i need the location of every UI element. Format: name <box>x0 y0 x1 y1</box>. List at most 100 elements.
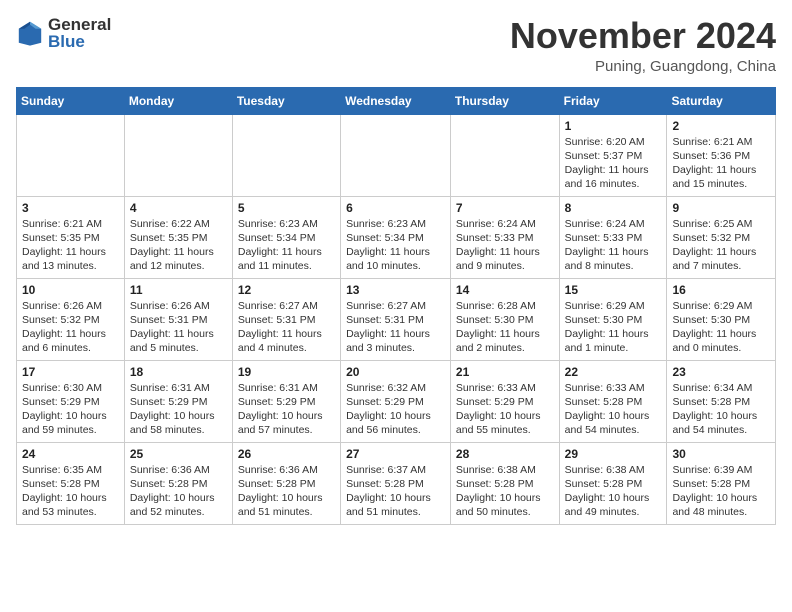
day-number: 17 <box>22 365 119 379</box>
table-cell: 16Sunrise: 6:29 AMSunset: 5:30 PMDayligh… <box>667 278 776 360</box>
table-cell: 9 Sunrise: 6:25 AMSunset: 5:32 PMDaylight… <box>667 196 776 278</box>
table-cell: 4 Sunrise: 6:22 AMSunset: 5:35 PMDaylight… <box>124 196 232 278</box>
table-cell: 12 Sunrise: 6:27 AMSunset: 5:31 PMDayligh… <box>232 278 340 360</box>
day-number: 10 <box>22 283 119 297</box>
table-cell <box>450 114 559 196</box>
day-number: 23 <box>672 365 770 379</box>
table-cell: 10 Sunrise: 6:26 AMSunset: 5:32 PMDayligh… <box>17 278 125 360</box>
page: General Blue November 2024 Puning, Guang… <box>0 0 792 535</box>
day-info: Sunrise: 6:37 AMSunset: 5:28 PMDaylight:… <box>346 463 445 520</box>
day-info: Sunrise: 6:36 AMSunset: 5:28 PMDaylight:… <box>238 463 335 520</box>
col-friday: Friday <box>559 87 667 114</box>
week-row-1: 3Sunrise: 6:21 AMSunset: 5:35 PMDaylight… <box>17 196 776 278</box>
table-cell: 2Sunrise: 6:21 AMSunset: 5:36 PMDaylight… <box>667 114 776 196</box>
table-cell: 13Sunrise: 6:27 AMSunset: 5:31 PMDayligh… <box>341 278 451 360</box>
day-number: 6 <box>346 201 445 215</box>
table-cell <box>17 114 125 196</box>
table-cell: 5Sunrise: 6:23 AMSunset: 5:34 PMDaylight… <box>232 196 340 278</box>
day-info: Sunrise: 6:33 AMSunset: 5:29 PMDaylight:… <box>456 381 554 438</box>
day-info: Sunrise: 6:30 AMSunset: 5:29 PMDaylight:… <box>22 381 119 438</box>
day-info: Sunrise: 6:31 AMSunset: 5:29 PMDaylight:… <box>238 381 335 438</box>
day-info: Sunrise: 6:32 AMSunset: 5:29 PMDaylight:… <box>346 381 445 438</box>
day-number: 12 <box>238 283 335 297</box>
day-number: 24 <box>22 447 119 461</box>
logo-blue-text: Blue <box>48 33 111 50</box>
table-cell: 26 Sunrise: 6:36 AMSunset: 5:28 PMDayligh… <box>232 442 340 524</box>
day-number: 15 <box>565 283 662 297</box>
day-number: 14 <box>456 283 554 297</box>
day-number: 27 <box>346 447 445 461</box>
table-cell: 7 Sunrise: 6:24 AMSunset: 5:33 PMDaylight… <box>450 196 559 278</box>
day-number: 9 <box>672 201 770 215</box>
day-number: 4 <box>130 201 227 215</box>
day-info: Sunrise: 6:23 AMSunset: 5:34 PMDaylight:… <box>346 217 445 274</box>
logo: General Blue <box>16 16 111 50</box>
day-info: Sunrise: 6:31 AMSunset: 5:29 PMDaylight:… <box>130 381 227 438</box>
day-number: 26 <box>238 447 335 461</box>
day-info: Sunrise: 6:25 AMSunset: 5:32 PMDaylight:… <box>672 217 770 274</box>
day-number: 7 <box>456 201 554 215</box>
day-number: 3 <box>22 201 119 215</box>
day-info: Sunrise: 6:39 AMSunset: 5:28 PMDaylight:… <box>672 463 770 520</box>
day-number: 13 <box>346 283 445 297</box>
day-number: 1 <box>565 119 662 133</box>
day-info: Sunrise: 6:38 AMSunset: 5:28 PMDaylight:… <box>565 463 662 520</box>
table-cell <box>232 114 340 196</box>
table-cell: 27 Sunrise: 6:37 AMSunset: 5:28 PMDayligh… <box>341 442 451 524</box>
col-monday: Monday <box>124 87 232 114</box>
day-number: 18 <box>130 365 227 379</box>
col-tuesday: Tuesday <box>232 87 340 114</box>
col-wednesday: Wednesday <box>341 87 451 114</box>
table-cell: 20 Sunrise: 6:32 AMSunset: 5:29 PMDayligh… <box>341 360 451 442</box>
table-cell: 23 Sunrise: 6:34 AMSunset: 5:28 PMDayligh… <box>667 360 776 442</box>
table-cell: 29 Sunrise: 6:38 AMSunset: 5:28 PMDayligh… <box>559 442 667 524</box>
day-number: 19 <box>238 365 335 379</box>
day-info: Sunrise: 6:35 AMSunset: 5:28 PMDaylight:… <box>22 463 119 520</box>
day-number: 30 <box>672 447 770 461</box>
logo-icon <box>16 19 44 47</box>
day-info: Sunrise: 6:29 AMSunset: 5:30 PMDaylight:… <box>672 299 770 356</box>
day-info: Sunrise: 6:38 AMSunset: 5:28 PMDaylight:… <box>456 463 554 520</box>
day-info: Sunrise: 6:27 AMSunset: 5:31 PMDaylight:… <box>238 299 335 356</box>
table-cell: 15 Sunrise: 6:29 AMSunset: 5:30 PMDayligh… <box>559 278 667 360</box>
day-number: 28 <box>456 447 554 461</box>
day-info: Sunrise: 6:24 AMSunset: 5:33 PMDaylight:… <box>565 217 662 274</box>
day-info: Sunrise: 6:26 AMSunset: 5:32 PMDaylight:… <box>22 299 119 356</box>
title-block: November 2024 Puning, Guangdong, China <box>510 16 776 75</box>
day-info: Sunrise: 6:24 AMSunset: 5:33 PMDaylight:… <box>456 217 554 274</box>
day-number: 29 <box>565 447 662 461</box>
week-row-2: 10 Sunrise: 6:26 AMSunset: 5:32 PMDayligh… <box>17 278 776 360</box>
logo-general-text: General <box>48 16 111 33</box>
day-info: Sunrise: 6:20 AMSunset: 5:37 PMDaylight:… <box>565 135 662 192</box>
table-cell <box>124 114 232 196</box>
day-number: 25 <box>130 447 227 461</box>
day-info: Sunrise: 6:22 AMSunset: 5:35 PMDaylight:… <box>130 217 227 274</box>
table-cell: 22Sunrise: 6:33 AMSunset: 5:28 PMDayligh… <box>559 360 667 442</box>
col-thursday: Thursday <box>450 87 559 114</box>
day-number: 8 <box>565 201 662 215</box>
table-cell: 28 Sunrise: 6:38 AMSunset: 5:28 PMDayligh… <box>450 442 559 524</box>
table-cell: 18 Sunrise: 6:31 AMSunset: 5:29 PMDayligh… <box>124 360 232 442</box>
header: General Blue November 2024 Puning, Guang… <box>16 16 776 75</box>
table-cell: 14 Sunrise: 6:28 AMSunset: 5:30 PMDayligh… <box>450 278 559 360</box>
table-cell: 30 Sunrise: 6:39 AMSunset: 5:28 PMDayligh… <box>667 442 776 524</box>
day-number: 5 <box>238 201 335 215</box>
day-info: Sunrise: 6:29 AMSunset: 5:30 PMDaylight:… <box>565 299 662 356</box>
day-info: Sunrise: 6:36 AMSunset: 5:28 PMDaylight:… <box>130 463 227 520</box>
day-number: 21 <box>456 365 554 379</box>
week-row-0: 1 Sunrise: 6:20 AMSunset: 5:37 PMDaylight… <box>17 114 776 196</box>
week-row-3: 17 Sunrise: 6:30 AMSunset: 5:29 PMDayligh… <box>17 360 776 442</box>
table-cell: 1 Sunrise: 6:20 AMSunset: 5:37 PMDaylight… <box>559 114 667 196</box>
table-cell: 24 Sunrise: 6:35 AMSunset: 5:28 PMDayligh… <box>17 442 125 524</box>
day-info: Sunrise: 6:28 AMSunset: 5:30 PMDaylight:… <box>456 299 554 356</box>
table-cell: 17 Sunrise: 6:30 AMSunset: 5:29 PMDayligh… <box>17 360 125 442</box>
day-number: 2 <box>672 119 770 133</box>
month-title: November 2024 <box>510 16 776 56</box>
table-cell: 11Sunrise: 6:26 AMSunset: 5:31 PMDayligh… <box>124 278 232 360</box>
day-number: 20 <box>346 365 445 379</box>
table-cell: 19 Sunrise: 6:31 AMSunset: 5:29 PMDayligh… <box>232 360 340 442</box>
col-sunday: Sunday <box>17 87 125 114</box>
day-number: 11 <box>130 283 227 297</box>
table-cell: 21 Sunrise: 6:33 AMSunset: 5:29 PMDayligh… <box>450 360 559 442</box>
day-info: Sunrise: 6:34 AMSunset: 5:28 PMDaylight:… <box>672 381 770 438</box>
